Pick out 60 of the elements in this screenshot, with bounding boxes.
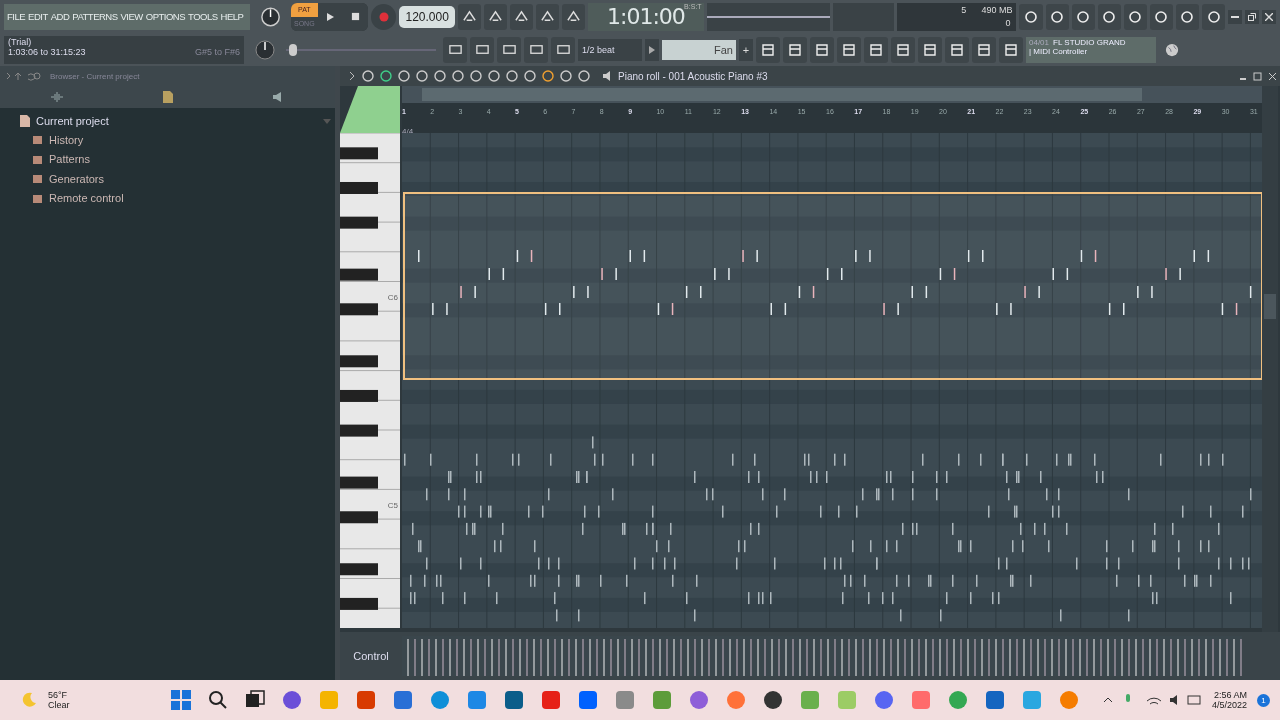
close-button[interactable] [1262,9,1277,24]
stop-icon [350,12,360,21]
time-signature: 4/4 [402,127,414,136]
minimize-button[interactable] [1228,9,1243,24]
hint-notes: G#5 to F#6 [194,46,240,57]
taskbar-date: 4/5/2022 [1211,700,1247,710]
minimize-icon [1231,15,1240,18]
piano-roll-title: Piano roll - 001 Acoustic Piano #3 [618,70,768,82]
voice-count: 5 [961,4,967,15]
window-controls-icon[interactable] [1240,71,1276,81]
moon-icon [20,691,38,709]
hint-range: 1:03:06 to 31:15:23 [8,46,86,57]
menu-item[interactable]: ADD [50,11,70,22]
tree-item[interactable]: Generators [14,169,335,189]
pitch-knob-icon[interactable] [253,37,277,62]
hint-status: (Trial) [8,36,33,47]
hint-title: FL STUDIO GRAND [1053,37,1126,47]
menu-item[interactable]: VIEW [120,11,143,22]
tray-icons[interactable] [1101,692,1202,708]
notification-badge[interactable]: 1 [1257,693,1270,707]
hint-count: 04/01 [1029,37,1050,47]
key-label: C6 [387,293,398,302]
tree-item[interactable]: History [14,130,335,150]
menu-item[interactable]: PATTERNS [72,11,118,22]
vertical-scrollbar[interactable] [1262,86,1278,632]
master-volume-slider[interactable] [286,42,436,57]
song-time: 1:01:00 [607,4,685,29]
restore-button[interactable] [1245,9,1260,24]
hint-subtitle: | MIDI Controller [1029,46,1089,56]
tempo-field[interactable]: 120.000 [399,5,455,28]
menu-item[interactable]: OPTIONS [145,11,186,22]
menu-item[interactable]: TOOLS [188,11,218,22]
memory-usage: 490 MB [981,4,1013,15]
keyboard-drawing[interactable] [340,133,400,628]
triangle-icon [649,45,655,54]
slider-thumb[interactable] [288,43,297,56]
pattern-selector[interactable]: Fan [662,39,736,60]
cpu-usage: 0 [1005,17,1011,28]
search-icon[interactable] [207,689,229,711]
tree-folder[interactable]: Current project [14,112,335,130]
menu-item[interactable]: HELP [220,11,244,22]
temperature: 56°F [48,690,69,700]
menu-item[interactable]: FILE [7,11,26,22]
pattern-arrow-button[interactable] [645,38,659,61]
tree-item[interactable]: Remote control [14,188,335,208]
add-pattern-button[interactable]: + [739,38,753,61]
key-label: C5 [387,501,398,510]
snap-selector[interactable]: 1/2 beat [578,38,642,61]
menu-item[interactable]: EDIT [28,11,48,22]
weather-condition: Clear [48,700,70,710]
stop-button[interactable] [342,2,368,31]
horizontal-scrollbar[interactable] [402,86,1262,103]
control-lane-label[interactable]: Control [340,650,402,662]
close-icon [1265,12,1274,21]
taskbar-time: 2:56 AM [1213,690,1247,700]
grid-icon[interactable] [170,689,192,711]
selection-frame[interactable] [403,192,1262,380]
browser-title: Browser - Current project [50,71,140,81]
tree-item[interactable]: Patterns [14,149,335,169]
restore-icon [1248,12,1257,21]
